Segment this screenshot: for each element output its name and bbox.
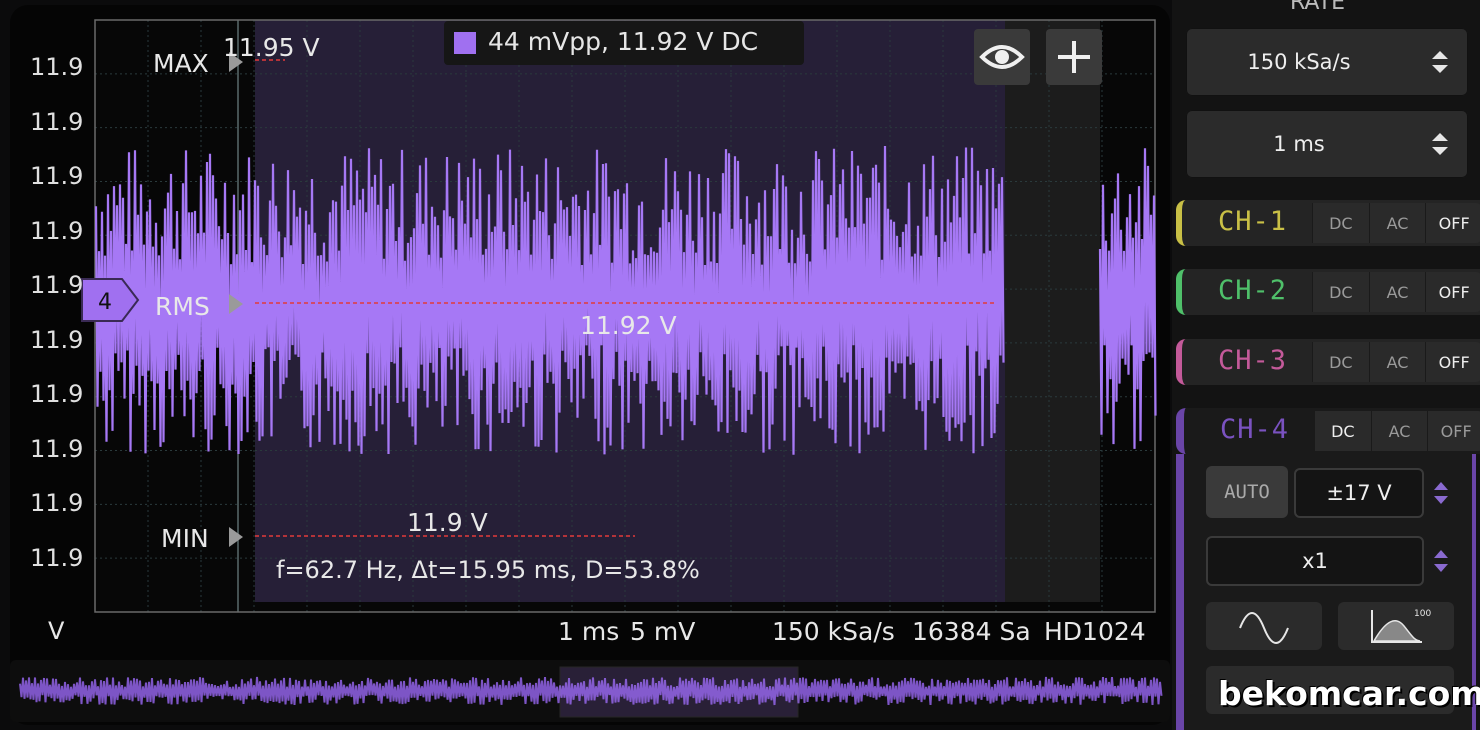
auto-range-button[interactable]: AUTO (1206, 466, 1288, 518)
oscilloscope-screen[interactable]: 4 11.9 11.9 11.9 11.9 11.9 11.9 11.9 11.9 11.9 11… (10, 5, 1170, 725)
range-stepper-icon[interactable] (1426, 468, 1456, 518)
timebase-value: 1 ms (1273, 132, 1325, 156)
ch4-off-button[interactable]: OFF (1427, 411, 1480, 451)
ch1-off-button[interactable]: OFF (1425, 203, 1480, 243)
min-label: MIN (161, 524, 209, 553)
max-value: 11.95 V (223, 33, 320, 62)
channel-2-row[interactable]: CH-2 DC AC OFF (1176, 269, 1480, 315)
histogram-scale-label: 100 (1414, 609, 1431, 619)
sine-wave-icon (1239, 612, 1289, 644)
ch4-legend-swatch (454, 32, 476, 54)
sample-rate-label: 150 kSa/s (772, 617, 895, 646)
control-panel: RATE 150 kSa/s 1 ms CH-1 DC AC OFF CH-2 … (1172, 0, 1480, 730)
histogram-button[interactable]: 100 (1338, 602, 1454, 650)
y-tick-label: 11.9 (30, 162, 84, 190)
ch3-dc-button[interactable]: DC (1312, 342, 1369, 382)
channel-1-row[interactable]: CH-1 DC AC OFF (1176, 200, 1480, 246)
channel-4-row[interactable]: CH-4 DC AC OFF (1176, 408, 1480, 454)
ch4-dc-button[interactable]: DC (1314, 411, 1371, 451)
y-unit-label: V (48, 617, 65, 645)
trace-legend: 44 mVpp, 11.92 V DC (444, 21, 804, 65)
y-tick-label: 11.9 (30, 325, 84, 354)
add-button[interactable] (1046, 29, 1102, 85)
max-label: MAX (153, 49, 209, 78)
updown-arrows-icon (1412, 28, 1468, 96)
volt-div-label: 5 mV (630, 617, 696, 646)
channel-1-label: CH-1 (1218, 206, 1288, 237)
sample-rate-value: 150 kSa/s (1247, 50, 1351, 74)
sample-count-label: 16384 Sa (912, 617, 1031, 646)
auto-range-label: AUTO (1224, 481, 1270, 503)
ch2-off-button[interactable]: OFF (1425, 272, 1480, 312)
ch1-ac-button[interactable]: AC (1368, 203, 1426, 243)
channel-4-label: CH-4 (1220, 414, 1290, 445)
rms-label: RMS (155, 292, 210, 321)
y-tick-label: 11.9 (30, 53, 84, 81)
measurement-readout: f=62.7 Hz, Δt=15.95 ms, D=53.8% (276, 556, 700, 584)
visibility-button[interactable] (974, 29, 1030, 85)
ch3-off-button[interactable]: OFF (1425, 342, 1480, 382)
mode-label: HD1024 (1044, 617, 1146, 646)
probe-multiplier-value[interactable]: x1 (1206, 536, 1424, 586)
time-div-label: 1 ms (558, 617, 620, 646)
ch1-dc-button[interactable]: DC (1312, 203, 1369, 243)
gap-region (1005, 20, 1100, 602)
histogram-icon: 100 (1371, 609, 1431, 643)
overview-strip[interactable] (10, 660, 1170, 722)
rate-header: RATE (1290, 0, 1346, 15)
plus-icon (1058, 41, 1090, 73)
eye-icon (979, 45, 1025, 69)
y-tick-label: 11.9 (30, 434, 84, 463)
rms-value: 11.92 V (580, 311, 677, 340)
min-value: 11.9 V (407, 508, 488, 537)
ch3-ac-button[interactable]: AC (1368, 342, 1426, 382)
channel-3-label: CH-3 (1218, 345, 1288, 376)
y-tick-label: 11.9 (30, 271, 84, 299)
overview-viewport-window (559, 666, 799, 718)
y-tick-label: 11.9 (30, 489, 84, 517)
watermark: bekomcar.com (1218, 674, 1480, 713)
voltage-range-value[interactable]: ±17 V (1294, 468, 1424, 518)
probe-stepper-icon[interactable] (1426, 536, 1456, 586)
ch4-ac-button[interactable]: AC (1370, 411, 1428, 451)
legend-text: 44 mVpp, 11.92 V DC (488, 27, 759, 56)
y-tick-label: 11.9 (30, 543, 84, 572)
sample-rate-select[interactable]: 150 kSa/s (1186, 28, 1468, 96)
ch2-dc-button[interactable]: DC (1312, 272, 1369, 312)
y-tick-label: 11.9 (30, 380, 84, 408)
y-tick-label: 11.9 (30, 107, 84, 136)
overview-waveform (19, 666, 1163, 718)
y-tick-label: 11.9 (30, 216, 84, 245)
channel-3-row[interactable]: CH-3 DC AC OFF (1176, 339, 1480, 385)
ch2-ac-button[interactable]: AC (1368, 272, 1426, 312)
timebase-select[interactable]: 1 ms (1186, 110, 1468, 178)
updown-arrows-icon (1412, 110, 1468, 178)
waveform-button[interactable] (1206, 602, 1322, 650)
ch4-offset-marker-label: 4 (98, 290, 112, 315)
channel-2-label: CH-2 (1218, 275, 1288, 306)
